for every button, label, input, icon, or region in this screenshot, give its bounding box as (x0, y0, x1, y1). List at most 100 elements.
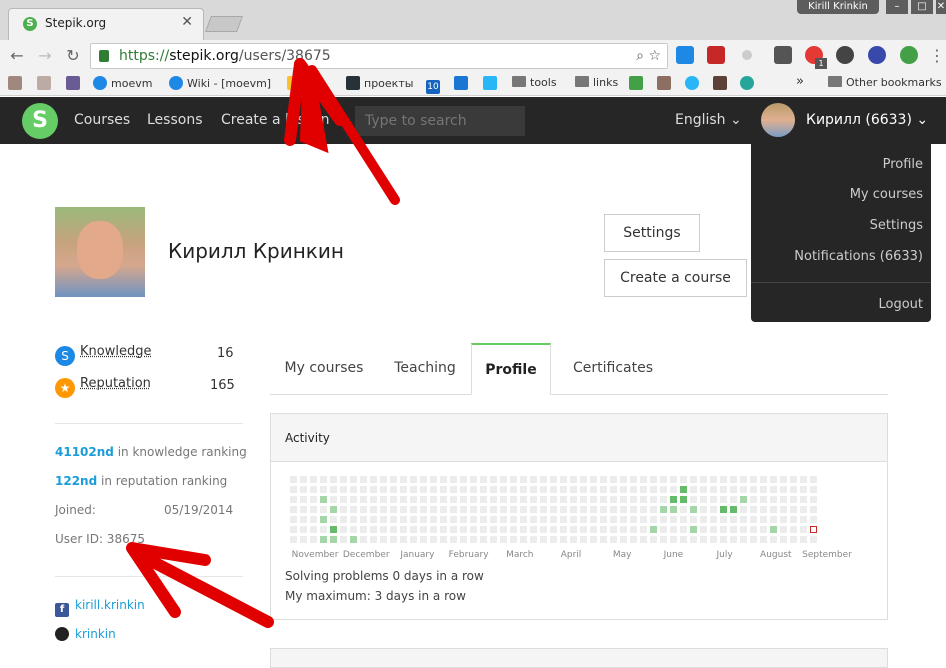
menu-item-notifications[interactable]: Notifications (6633) (794, 249, 923, 264)
menu-item-my-courses[interactable]: My courses (850, 187, 923, 202)
activity-day-cell (420, 476, 427, 483)
user-id: User ID: 38675 (55, 532, 145, 546)
activity-day-cell (660, 506, 667, 513)
user-menu-button[interactable]: Кирилл (6633) ⌄ (751, 97, 931, 144)
pocket-extension-icon[interactable] (774, 46, 792, 64)
activity-day-cell (690, 536, 697, 543)
activity-day-cell (630, 536, 637, 543)
browser-tab-stepik[interactable]: S Stepik.org ✕ (8, 8, 204, 40)
bookmark-drive[interactable] (287, 76, 305, 90)
divider (55, 576, 243, 577)
stepik-logo-icon[interactable]: S (22, 103, 58, 139)
create-course-button[interactable]: Create a course (604, 259, 747, 297)
close-window-icon[interactable]: ✕ (936, 0, 946, 14)
bookmark-flower[interactable] (740, 76, 758, 90)
activity-day-cell (330, 476, 337, 483)
activity-day-cell (730, 476, 737, 483)
activity-day-cell (460, 486, 467, 493)
maximize-icon[interactable]: □ (911, 0, 933, 14)
zoom-and-bookmark-star-icons[interactable]: ⌕ ☆ (636, 48, 661, 64)
nav-lessons[interactable]: Lessons (147, 112, 203, 128)
new-tab-button[interactable] (205, 16, 243, 32)
menu-item-logout[interactable]: Logout (878, 297, 923, 312)
activity-day-cell (570, 516, 577, 523)
github-link[interactable]: krinkin (55, 627, 116, 641)
chat-extension-icon[interactable] (900, 46, 918, 64)
activity-day-cell (530, 526, 537, 533)
language-selector[interactable]: English ⌄ (675, 112, 742, 128)
activity-day-cell (620, 516, 627, 523)
activity-day-cell (380, 506, 387, 513)
menu-item-profile[interactable]: Profile (883, 157, 923, 172)
activity-day-cell (730, 536, 737, 543)
reputation-rank-link[interactable]: 122nd (55, 474, 97, 488)
bookmark-other[interactable]: Other bookmarks (828, 76, 942, 89)
tab-certificates[interactable]: Certificates (560, 343, 666, 395)
target-extension-icon[interactable] (836, 46, 854, 64)
month-label: March (506, 550, 534, 560)
activity-day-cell (440, 516, 447, 523)
activity-day-cell (500, 526, 507, 533)
tab-my-courses[interactable]: My courses (270, 343, 378, 395)
activity-panel-header: Activity (271, 414, 887, 462)
avatar (761, 103, 795, 137)
settings-button[interactable]: Settings (604, 214, 700, 252)
knowledge-label[interactable]: Knowledge (80, 344, 151, 359)
nav-create-lesson[interactable]: Create a lesson (221, 112, 330, 128)
activity-day-cell (400, 536, 407, 543)
dot-extension-icon[interactable] (742, 50, 752, 60)
activity-day-cell (570, 506, 577, 513)
drive-icon (629, 76, 643, 90)
month-label: February (448, 550, 489, 560)
bookmark-avatar-1[interactable] (8, 76, 26, 90)
bookmark-osm[interactable] (454, 76, 472, 90)
activity-day-cell (450, 526, 457, 533)
knowledge-rank-link[interactable]: 41102nd (55, 445, 114, 459)
facebook-link[interactable]: f kirill.krinkin (55, 598, 145, 617)
activity-day-cell (780, 496, 787, 503)
browser-profile-chip[interactable]: Kirill Krinkin (797, 0, 879, 14)
bookmark-links[interactable]: links (575, 76, 618, 89)
activity-day-cell (690, 476, 697, 483)
activity-day-cell (790, 506, 797, 513)
menu-kebab-icon[interactable]: ⋮ (928, 47, 946, 65)
bookmark-projects[interactable]: проекты (346, 76, 413, 90)
bookmark-wiki-moevm[interactable]: Wiki - [moevm] (169, 76, 271, 90)
address-bar[interactable]: https://stepik.org/users/38675 ⌕ ☆ (90, 43, 668, 69)
book-extension-icon[interactable] (707, 46, 725, 64)
nav-courses[interactable]: Courses (74, 112, 130, 128)
k-extension-icon[interactable] (868, 46, 886, 64)
bookmark-avatar-2[interactable] (37, 76, 55, 90)
bookmark-moevm[interactable]: moevm (93, 76, 152, 90)
activity-day-cell (650, 536, 657, 543)
back-arrow-icon[interactable]: ← (8, 47, 26, 65)
forward-arrow-icon[interactable]: → (36, 47, 54, 65)
bookmark-tools[interactable]: tools (512, 76, 557, 89)
reputation-label[interactable]: Reputation (80, 376, 151, 391)
activity-day-cell (460, 496, 467, 503)
activity-day-cell (580, 526, 587, 533)
menu-item-settings[interactable]: Settings (870, 218, 923, 233)
bookmark-slack[interactable] (713, 76, 731, 90)
reload-icon[interactable]: ↻ (64, 47, 82, 65)
bookmark-atc[interactable] (66, 76, 84, 90)
bookmark-jira[interactable] (483, 76, 501, 90)
activity-day-cell (750, 536, 757, 543)
tab-teaching[interactable]: Teaching (380, 343, 470, 395)
more-bookmarks-chevron-icon[interactable]: » (796, 74, 804, 89)
activity-day-cell (560, 486, 567, 493)
next-panel (270, 648, 888, 668)
tab-profile[interactable]: Profile (471, 343, 551, 395)
bookmark-twitter[interactable] (685, 76, 703, 90)
bookmark-10[interactable]: 10 (426, 76, 444, 94)
month-label: August (760, 550, 792, 560)
stepik-favicon-icon: S (23, 17, 37, 31)
search-input[interactable] (355, 106, 525, 136)
trello-extension-icon[interactable] (676, 46, 694, 64)
activity-day-cell (800, 476, 807, 483)
close-icon[interactable]: ✕ (181, 14, 193, 30)
bookmark-drive-2[interactable] (629, 76, 647, 90)
activity-day-cell (500, 536, 507, 543)
minimize-icon[interactable]: – (886, 0, 908, 14)
bookmark-k[interactable] (657, 76, 675, 90)
